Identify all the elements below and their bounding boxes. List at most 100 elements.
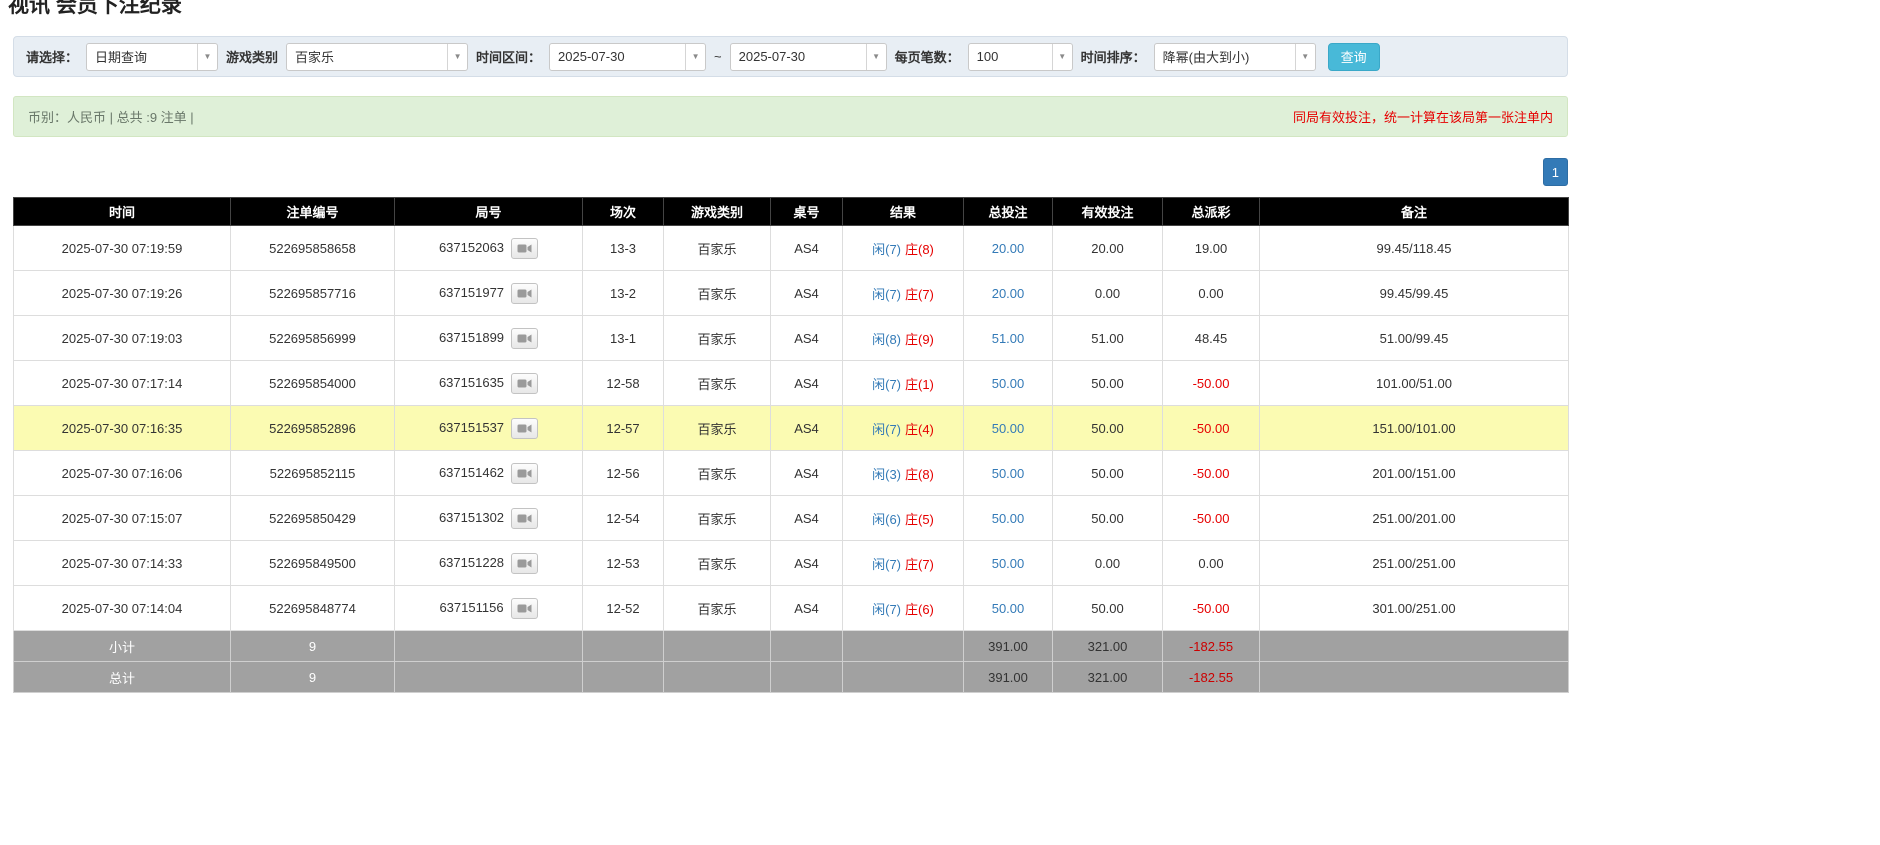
cell-payout: 48.45 [1162,315,1260,361]
date-to-select[interactable]: 2025-07-30 ▼ [729,42,887,71]
chevron-down-icon: ▼ [685,43,705,70]
subtotal-total-bet: 391.00 [963,630,1053,662]
cell-table-no: AS4 [770,585,843,631]
total-total-bet: 391.00 [963,661,1053,693]
cell-note: 251.00/251.00 [1259,540,1569,586]
game-type-select[interactable]: 百家乐 ▼ [286,42,469,71]
subtotal-label: 小计 [13,630,231,662]
total-bet-link[interactable]: 50.00 [992,511,1025,526]
header-note: 备注 [1259,197,1569,226]
date-from-value: 2025-07-30 [558,49,625,64]
cell-payout: -50.00 [1162,495,1260,541]
cell-result: 闲(7) 庄(7) [842,540,964,586]
page-1-button[interactable]: 1 [1542,158,1568,186]
cell-bet-id: 522695852896 [230,405,395,451]
total-bet-link[interactable]: 50.00 [992,556,1025,571]
result-player: 闲(7) [872,241,901,257]
chevron-down-icon: ▼ [197,43,217,70]
result-player: 闲(6) [872,511,901,527]
video-camera-icon [517,514,532,522]
result-banker: 庄(5) [905,511,934,527]
round-id: 637151635 [438,374,505,390]
video-replay-button[interactable] [511,282,539,304]
table-footer: 小计 9 391.00 321.00 -182.55 总计 9 391.00 3… [13,630,1569,693]
video-camera-icon [517,379,532,387]
chevron-down-icon: ▼ [865,43,886,70]
cell-time: 2025-07-30 07:19:59 [13,225,231,271]
header-game-type: 游戏类别 [663,197,771,226]
cell-time: 2025-07-30 07:14:04 [13,585,231,631]
cell-valid-bet: 0.00 [1052,540,1163,586]
cell-game-type: 百家乐 [663,360,771,406]
cell-valid-bet: 50.00 [1052,495,1163,541]
cell-total-bet: 50.00 [963,495,1053,541]
cell-game-type: 百家乐 [663,495,771,541]
video-replay-button[interactable] [511,462,539,484]
game-type-value: 百家乐 [295,50,335,65]
cell-total-bet: 50.00 [963,450,1053,496]
video-camera-icon [517,559,532,567]
total-bet-link[interactable]: 20.00 [992,286,1025,301]
cell-result: 闲(7) 庄(1) [842,360,964,406]
cell-time: 2025-07-30 07:17:14 [13,360,231,406]
cell-round-id: 637151228 [394,540,583,586]
total-bet-link[interactable]: 20.00 [992,241,1025,256]
total-bet-link[interactable]: 50.00 [992,376,1025,391]
video-replay-button[interactable] [511,237,539,259]
page-size-select[interactable]: 100 ▼ [967,42,1073,71]
cell-note: 101.00/51.00 [1259,360,1569,406]
table-row: 2025-07-30 07:14:33 522695849500 6371512… [13,540,1569,586]
subtotal-row: 小计 9 391.00 321.00 -182.55 [13,630,1569,662]
cell-round-id: 637151537 [394,405,583,451]
chevron-down-icon: ▼ [447,43,467,70]
video-replay-button[interactable] [510,597,538,619]
cell-game-type: 百家乐 [663,405,771,451]
cell-payout: -50.00 [1162,360,1260,406]
cell-game-type: 百家乐 [663,270,771,316]
result-player: 闲(8) [872,331,901,347]
cell-table-no: AS4 [770,495,843,541]
cell-round-id: 637151156 [394,585,583,631]
video-replay-button[interactable] [511,327,539,349]
total-bet-link[interactable]: 50.00 [992,466,1025,481]
date-from-select[interactable]: 2025-07-30 ▼ [549,42,707,71]
cell-valid-bet: 0.00 [1052,270,1163,316]
result-banker: 庄(8) [905,241,934,257]
cell-total-bet: 51.00 [963,315,1053,361]
cell-round-id: 637151462 [394,450,583,496]
bet-records-table: 时间 注单编号 局号 场次 游戏类别 桌号 结果 总投注 有效投注 总派彩 备注… [13,197,1569,693]
video-camera-icon [517,244,532,252]
cell-round-id: 637151977 [394,270,583,316]
page-title: 视讯 会员下注纪录 [8,0,182,17]
query-type-label: 请选择： [26,50,79,65]
cell-note: 99.45/99.45 [1259,270,1569,316]
cell-game-type: 百家乐 [663,315,771,361]
cell-round-id: 637151302 [394,495,583,541]
cell-round-id: 637151899 [394,315,583,361]
total-bet-link[interactable]: 50.00 [992,421,1025,436]
cell-total-bet: 50.00 [963,360,1053,406]
video-replay-button[interactable] [511,417,539,439]
cell-bet-id: 522695857716 [230,270,395,316]
video-replay-button[interactable] [511,507,539,529]
sort-select[interactable]: 降幂(由大到小) ▼ [1153,42,1316,71]
result-player: 闲(7) [872,601,901,617]
cell-game-type: 百家乐 [663,540,771,586]
cell-note: 201.00/151.00 [1259,450,1569,496]
query-type-select[interactable]: 日期查询 ▼ [86,42,219,71]
result-player: 闲(7) [872,556,901,572]
header-total-bet: 总投注 [963,197,1053,226]
result-banker: 庄(4) [905,421,934,437]
video-camera-icon [517,469,532,477]
cell-table-no: AS4 [770,360,843,406]
video-replay-button[interactable] [511,372,539,394]
total-bet-link[interactable]: 50.00 [992,601,1025,616]
cell-table-no: AS4 [770,540,843,586]
table-row: 2025-07-30 07:19:59 522695858658 6371520… [13,225,1569,271]
video-camera-icon [517,334,532,342]
table-row: 2025-07-30 07:16:35 522695852896 6371515… [13,405,1569,451]
query-button[interactable]: 查询 [1327,42,1380,71]
total-bet-link[interactable]: 51.00 [992,331,1025,346]
cell-bet-id: 522695858658 [230,225,395,271]
video-replay-button[interactable] [511,552,539,574]
